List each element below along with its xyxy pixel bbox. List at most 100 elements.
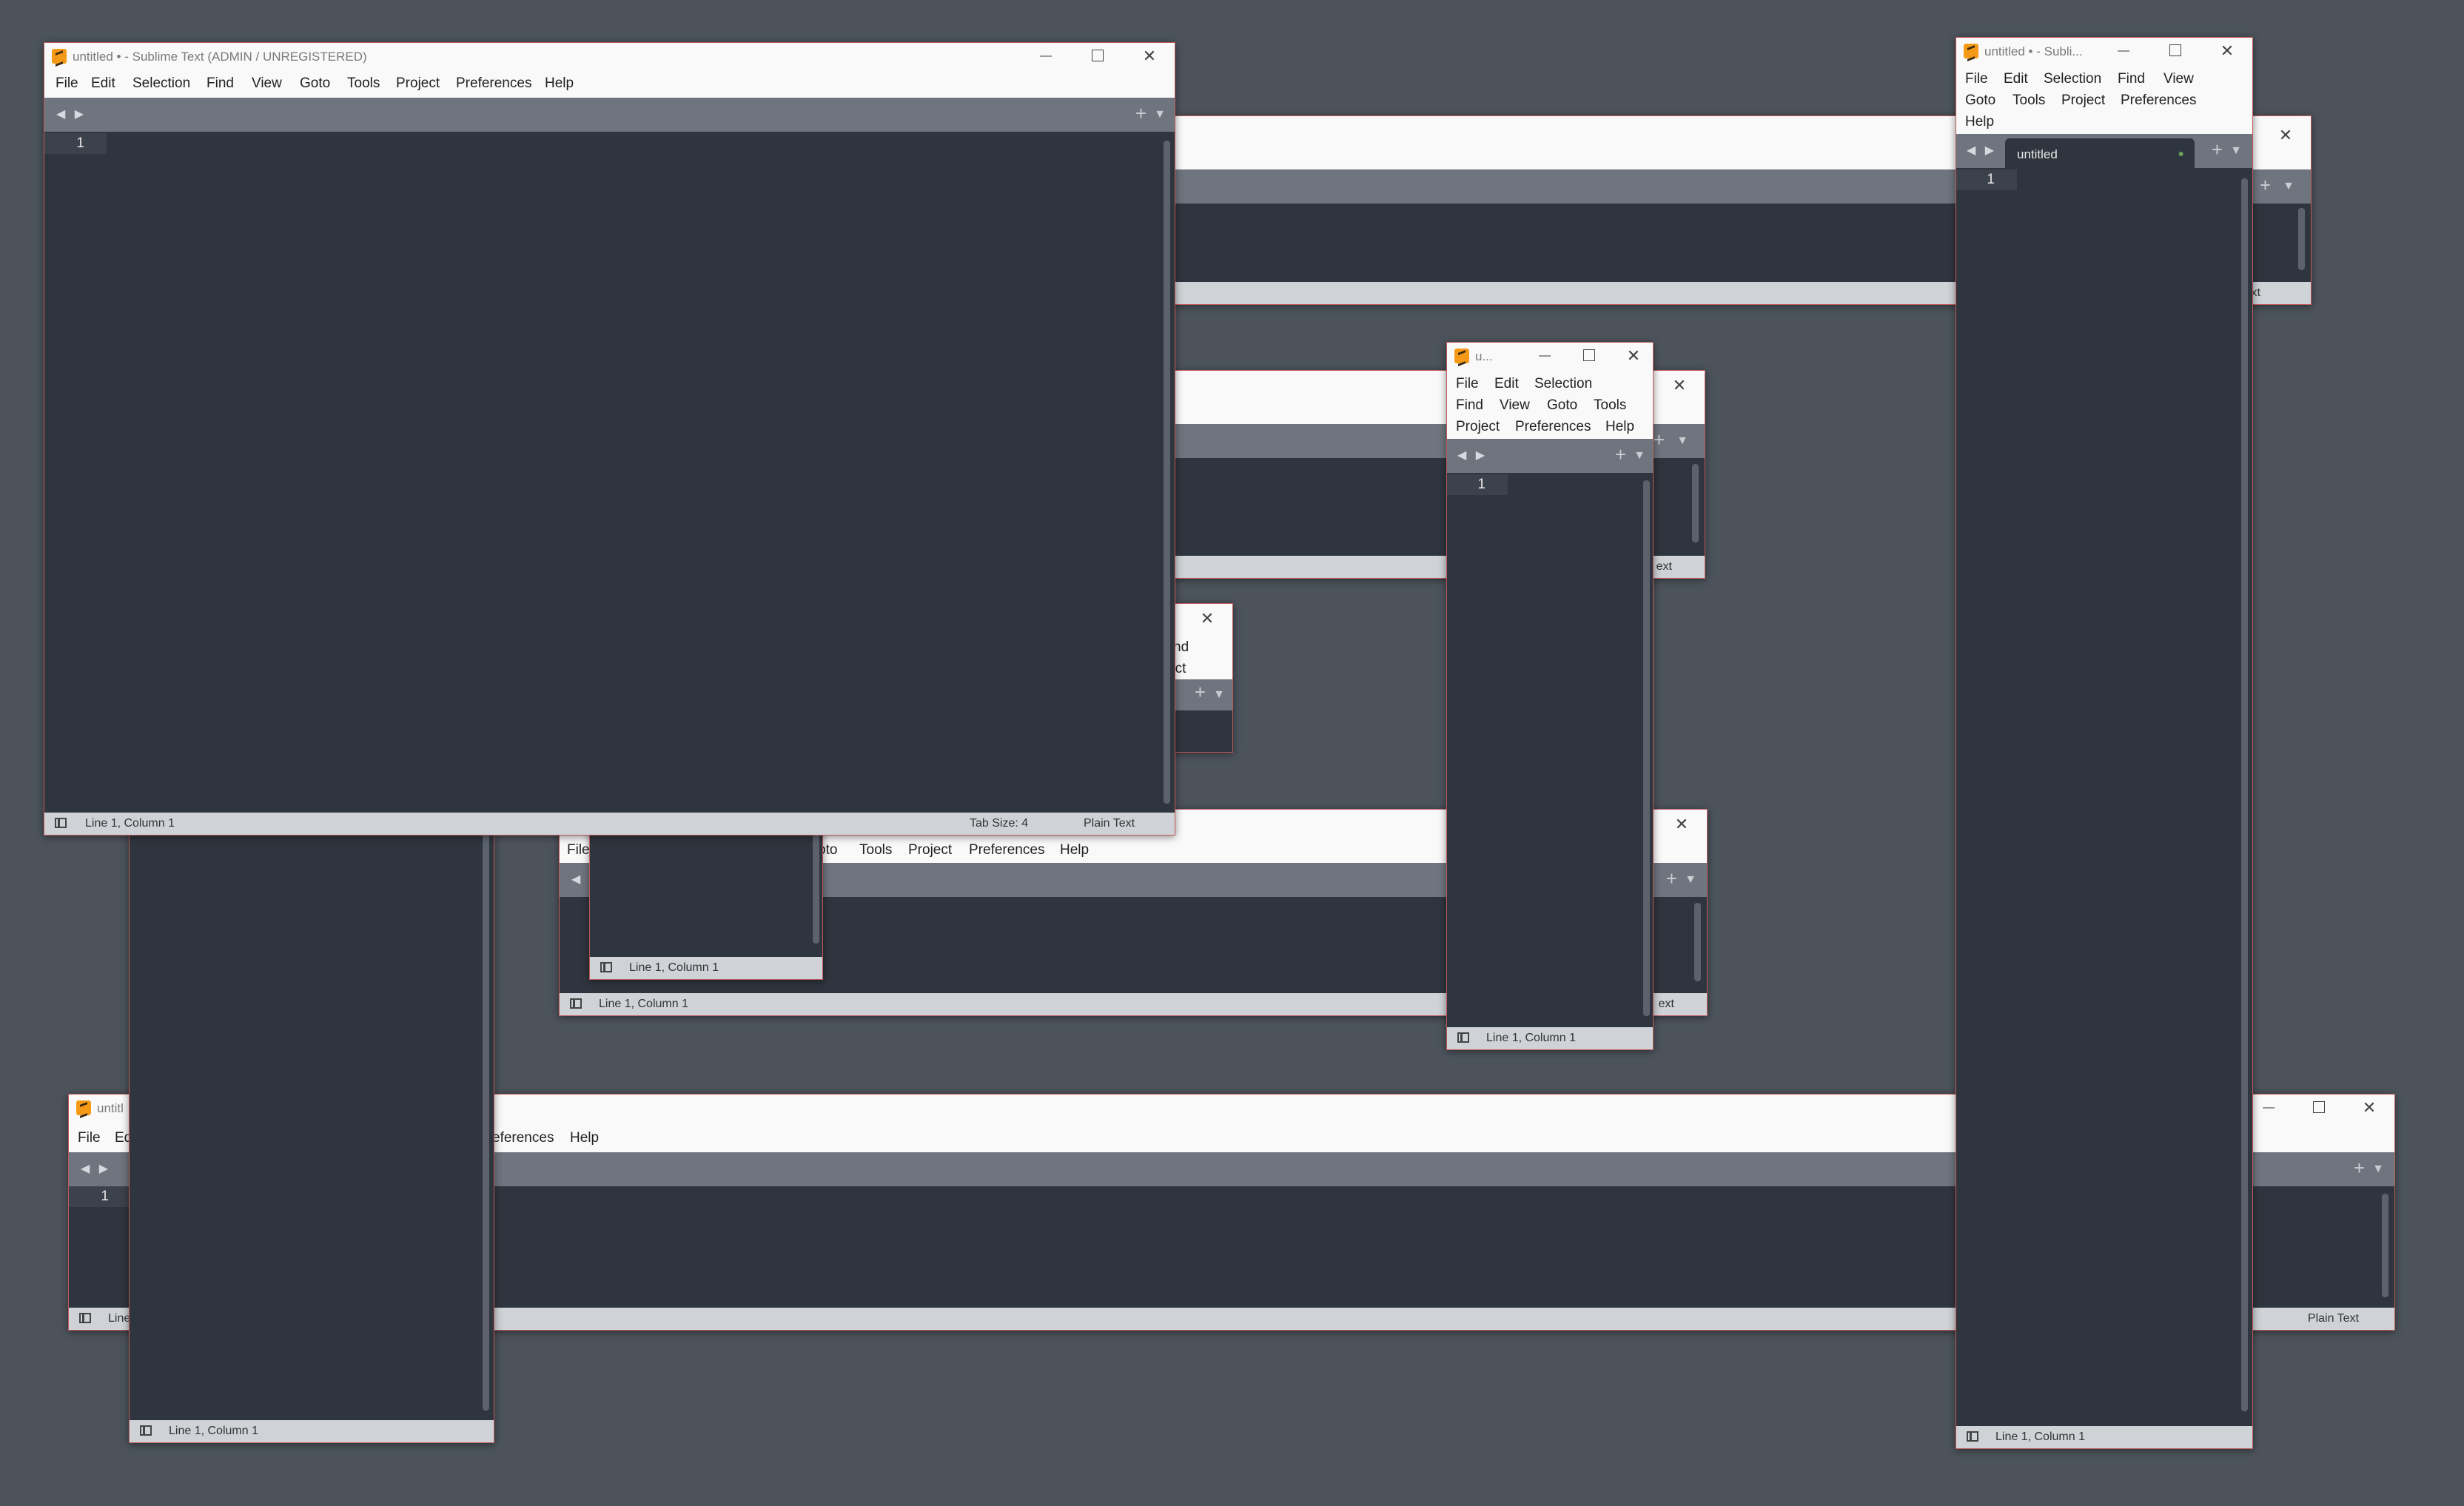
- status-position[interactable]: Line 1, Column 1: [169, 1425, 258, 1438]
- tab-dropdown-icon[interactable]: ▼: [1154, 108, 1166, 121]
- maximize-icon[interactable]: [2294, 1096, 2344, 1120]
- title-bar[interactable]: untitled • - Sublime Text (ADMIN / UNREG…: [44, 43, 1175, 71]
- menu-file[interactable]: File: [56, 75, 78, 92]
- close-icon[interactable]: ✕: [2202, 39, 2252, 63]
- editor-area[interactable]: 1: [44, 132, 1175, 813]
- new-tab-icon[interactable]: +: [2260, 174, 2271, 197]
- tab-dropdown-icon[interactable]: ▼: [2230, 144, 2242, 158]
- tab-dropdown-icon[interactable]: ▼: [1213, 688, 1225, 702]
- menu-project[interactable]: Project: [2061, 93, 2105, 109]
- close-icon[interactable]: ✕: [2344, 1096, 2394, 1120]
- new-tab-icon[interactable]: +: [1654, 428, 1665, 451]
- menu-edit[interactable]: Edit: [91, 75, 115, 92]
- status-position[interactable]: Line: [108, 1312, 130, 1325]
- maximize-icon[interactable]: [2150, 39, 2201, 63]
- new-tab-icon[interactable]: +: [1195, 681, 1206, 704]
- menu-tools[interactable]: Tools: [347, 75, 380, 92]
- window-nested-small[interactable]: Line 1, Column 1: [589, 821, 823, 980]
- scrollbar[interactable]: [1694, 903, 1701, 981]
- menu-help[interactable]: Help: [1965, 114, 1994, 130]
- menu-help[interactable]: Help: [1060, 842, 1089, 858]
- minimize-icon[interactable]: —: [1525, 344, 1564, 368]
- status-position[interactable]: Line 1, Column 1: [1486, 1032, 1576, 1045]
- status-syntax[interactable]: ext: [1656, 560, 1672, 574]
- menu-preferences[interactable]: Preferences: [1515, 419, 1591, 435]
- menu-file[interactable]: File: [78, 1130, 101, 1146]
- status-syntax[interactable]: ext: [1659, 998, 1674, 1011]
- scrollbar[interactable]: [1164, 141, 1170, 804]
- menu-project[interactable]: Project: [396, 75, 440, 92]
- scrollbar[interactable]: [2241, 178, 2248, 1411]
- menu-file[interactable]: File: [567, 842, 590, 858]
- close-icon[interactable]: ✕: [1654, 374, 1705, 397]
- menu-view[interactable]: View: [252, 75, 282, 92]
- menu-help[interactable]: Help: [1605, 419, 1634, 435]
- tab-dropdown-icon[interactable]: ▼: [2372, 1163, 2384, 1176]
- scrollbar[interactable]: [813, 822, 819, 944]
- tab-nav-arrows-icon[interactable]: ◀ ▶: [56, 107, 87, 121]
- maximize-icon[interactable]: [1072, 44, 1123, 68]
- menu-file[interactable]: File: [1456, 376, 1479, 392]
- sidebar-toggle-icon[interactable]: [600, 962, 612, 972]
- menu-goto[interactable]: Goto: [300, 75, 330, 92]
- tab-dropdown-icon[interactable]: ▼: [2283, 180, 2295, 193]
- title-bar[interactable]: u... — ✕: [1447, 343, 1653, 374]
- status-position[interactable]: Line 1, Column 1: [1995, 1431, 2085, 1444]
- menu-edit[interactable]: Edit: [1494, 376, 1519, 392]
- tab-bar[interactable]: ◀ ▶ + ▼: [1447, 439, 1653, 473]
- menu-view[interactable]: View: [2163, 71, 2194, 87]
- tab-nav-arrows-icon[interactable]: ◀ ▶: [1967, 143, 1997, 158]
- menu-goto[interactable]: Goto: [1965, 93, 1995, 109]
- tab-dropdown-icon[interactable]: ▼: [1634, 449, 1645, 463]
- status-syntax[interactable]: Plain Text: [2308, 1312, 2359, 1325]
- menu-preferences[interactable]: Preferences: [2121, 93, 2196, 109]
- scrollbar[interactable]: [1692, 464, 1699, 542]
- status-tab-size[interactable]: Tab Size: 4: [970, 817, 1028, 830]
- scrollbar[interactable]: [483, 833, 489, 1411]
- status-position[interactable]: Line 1, Column 1: [85, 817, 175, 830]
- menu-find[interactable]: Find: [2118, 71, 2145, 87]
- scrollbar[interactable]: [2382, 1194, 2389, 1297]
- menu-tools[interactable]: Tools: [1594, 397, 1626, 414]
- menu-preferences[interactable]: Preferences: [969, 842, 1044, 858]
- maximize-icon[interactable]: [1570, 344, 1608, 368]
- menu-tools[interactable]: Tools: [859, 842, 892, 858]
- menu-goto[interactable]: Goto: [1547, 397, 1577, 414]
- sidebar-toggle-icon[interactable]: [1457, 1032, 1469, 1043]
- menu-project[interactable]: Project: [908, 842, 952, 858]
- menu-find[interactable]: nd: [1173, 639, 1189, 656]
- menu-preferences[interactable]: Preferences: [456, 75, 531, 92]
- menu-selection[interactable]: Selection: [1534, 376, 1592, 392]
- minimize-icon[interactable]: —: [2098, 39, 2149, 63]
- close-icon[interactable]: ✕: [1614, 344, 1653, 368]
- close-icon[interactable]: ✕: [1124, 44, 1175, 68]
- tab-nav-arrows-icon[interactable]: ◀ ▶: [81, 1161, 111, 1176]
- status-syntax[interactable]: Plain Text: [1084, 817, 1135, 830]
- menu-tools[interactable]: Tools: [2013, 93, 2045, 109]
- close-icon[interactable]: ✕: [1182, 607, 1232, 631]
- scrollbar[interactable]: [2298, 208, 2305, 270]
- menu-preferences[interactable]: eferences: [492, 1130, 554, 1146]
- editor-area[interactable]: 1: [1447, 473, 1653, 1027]
- window-narrow-center[interactable]: u... — ✕ File Edit Selection Find View G…: [1446, 342, 1654, 1050]
- scrollbar[interactable]: [1643, 480, 1650, 1016]
- dirty-indicator-icon[interactable]: ●: [2178, 147, 2184, 159]
- status-position[interactable]: Line 1, Column 1: [599, 998, 688, 1011]
- close-icon[interactable]: ✕: [1656, 813, 1707, 836]
- tab-dropdown-icon[interactable]: ▼: [1685, 873, 1696, 887]
- new-tab-icon[interactable]: +: [2354, 1157, 2365, 1180]
- status-position[interactable]: Line 1, Column 1: [629, 961, 719, 975]
- sidebar-toggle-icon[interactable]: [1967, 1431, 1978, 1442]
- tab-bar[interactable]: ◀ ▶ untitled ● + ▼: [1956, 134, 2252, 168]
- new-tab-icon[interactable]: +: [2212, 138, 2223, 161]
- sidebar-toggle-icon[interactable]: [79, 1313, 91, 1323]
- window-tall-left[interactable]: Line 1, Column 1: [129, 833, 494, 1443]
- editor-area[interactable]: 1: [1956, 168, 2252, 1426]
- minimize-icon[interactable]: —: [1021, 44, 1071, 68]
- menu-selection[interactable]: Selection: [132, 75, 190, 92]
- sidebar-toggle-icon[interactable]: [570, 998, 582, 1009]
- window-tall-right[interactable]: untitled • - Subli... — ✕ File Edit Sele…: [1956, 37, 2253, 1449]
- tab-bar[interactable]: ◀ ▶ + ▼: [44, 98, 1175, 132]
- menu-find[interactable]: Find: [207, 75, 234, 92]
- menu-edit[interactable]: Edit: [2004, 71, 2028, 87]
